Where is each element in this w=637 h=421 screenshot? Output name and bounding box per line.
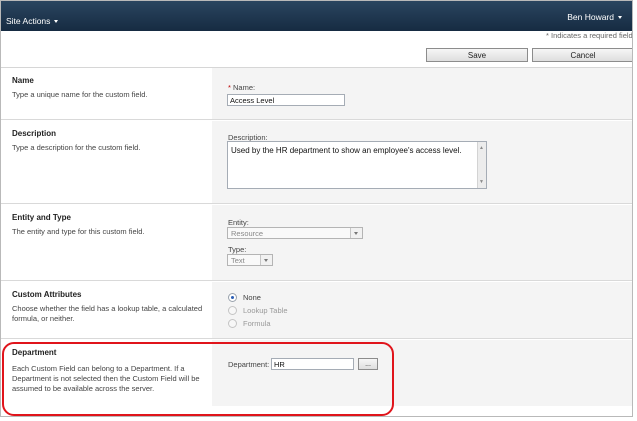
callout-highlight (2, 342, 394, 416)
name-input[interactable]: Access Level (227, 94, 345, 106)
cancel-button[interactable]: Cancel (532, 48, 632, 62)
section-title: Name (12, 76, 34, 85)
chevron-down-icon (350, 228, 362, 238)
radio-formula[interactable]: Formula (228, 319, 271, 328)
page-frame: Site Actions Ben Howard * Indicates a re… (0, 0, 633, 417)
required-marker: * (228, 83, 231, 92)
required-field-note: * Indicates a required field (546, 31, 633, 40)
entity-type-section: Entity and Type The entity and type for … (1, 205, 632, 281)
save-button[interactable]: Save (426, 48, 528, 62)
entity-field-label: Entity: (228, 218, 249, 227)
entity-select[interactable]: Resource (227, 227, 363, 239)
chevron-down-icon (260, 255, 272, 265)
description-scrollbar[interactable]: ▲ ▼ (477, 142, 486, 188)
section-description: Type a description for the custom field. (12, 143, 141, 152)
chevron-down-icon (54, 20, 59, 24)
scroll-up-icon[interactable]: ▲ (479, 143, 484, 153)
radio-button[interactable] (228, 293, 237, 302)
section-title: Entity and Type (12, 213, 71, 222)
radio-lookup-table[interactable]: Lookup Table (228, 306, 287, 315)
entity-select-value: Resource (231, 229, 264, 238)
type-select[interactable]: Text (227, 254, 273, 266)
description-textarea[interactable]: Used by the HR department to show an emp… (227, 141, 487, 189)
description-text: Used by the HR department to show an emp… (231, 146, 462, 155)
user-menu[interactable]: Ben Howard (567, 12, 622, 22)
radio-button[interactable] (228, 306, 237, 315)
type-select-value: Text (231, 256, 245, 265)
site-actions-label: Site Actions (6, 16, 51, 26)
type-field-label: Type: (228, 245, 247, 254)
custom-attributes-section: Custom Attributes Choose whether the fie… (1, 282, 632, 339)
site-actions-menu[interactable]: Site Actions (6, 16, 59, 26)
top-bar: Site Actions Ben Howard (1, 1, 632, 31)
section-description: Type a unique name for the custom field. (12, 90, 148, 99)
radio-button[interactable] (228, 319, 237, 328)
radio-none[interactable]: None (228, 293, 261, 302)
section-description: Choose whether the field has a lookup ta… (12, 304, 203, 323)
section-title: Custom Attributes (12, 290, 82, 299)
scroll-down-icon[interactable]: ▼ (479, 177, 484, 187)
section-description: The entity and type for this custom fiel… (12, 227, 145, 236)
section-title: Description (12, 129, 57, 138)
chevron-down-icon (618, 16, 622, 20)
name-field-label: * Name: (228, 83, 256, 92)
user-name: Ben Howard (567, 12, 614, 22)
